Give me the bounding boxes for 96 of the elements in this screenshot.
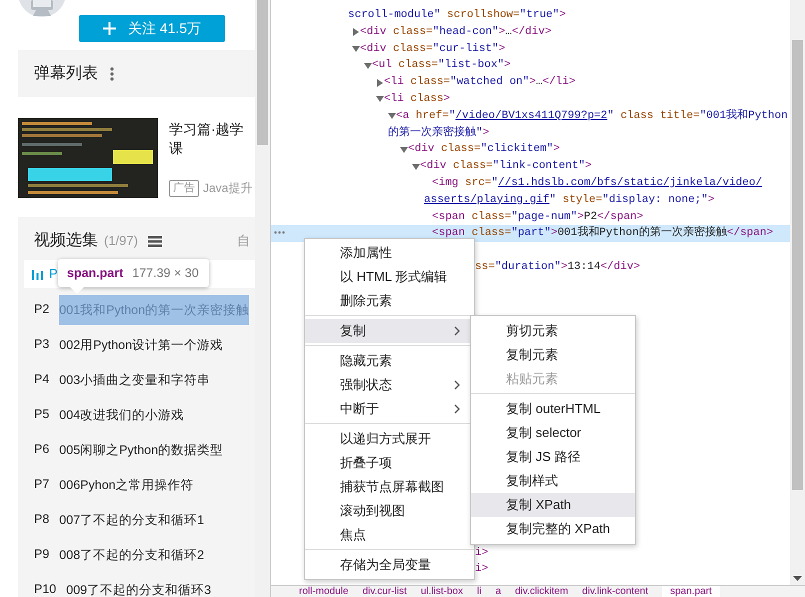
section-title: 弹幕列表 [34, 64, 98, 84]
menu-item[interactable]: 以递归方式展开 [305, 427, 474, 451]
breadcrumb[interactable]: li [476, 586, 482, 597]
episode-number: P7 [34, 476, 50, 494]
disclosure-triangle[interactable] [412, 162, 420, 171]
breadcrumb[interactable]: a [495, 586, 501, 597]
episode-number: P [49, 265, 58, 284]
menu-item[interactable]: 焦点 [305, 523, 474, 547]
episode-title[interactable]: 008了不起的分支和循环2 [59, 540, 204, 570]
breadcrumb[interactable]: div.clickitem [515, 586, 568, 597]
code-line: <span class="part">001我和Python的第一次亲密接触</span> [432, 225, 774, 242]
autoplay-label: 自 [237, 232, 250, 250]
episode-number: P4 [34, 371, 50, 388]
plus-icon [102, 22, 116, 35]
code-line: <span class="page-num">P2</span> [432, 210, 644, 225]
section-title: 视频选集 [34, 230, 98, 251]
menu-item[interactable]: 以 HTML 形式编辑 [305, 265, 474, 289]
episode-number: P5 [34, 406, 50, 424]
scrollbar-thumb[interactable] [792, 40, 803, 490]
code-link[interactable]: asserts/playing.gif [424, 194, 550, 206]
episode-count: (1/97) [104, 232, 138, 250]
menu-item[interactable]: 滚动到视图 [305, 499, 474, 523]
code-line: i> [475, 546, 488, 560]
episode-number: P9 [34, 546, 50, 564]
breadcrumb[interactable]: roll-module [299, 586, 348, 597]
code-link[interactable]: //s1.hdslb.com/bfs/static/jinkela/video/ [498, 176, 762, 189]
code-line: <li class> [384, 92, 450, 107]
menu-item[interactable]: 捕获节点屏幕截图 [305, 475, 474, 499]
code-line: scroll-module" scrollshow="true"> [348, 8, 566, 23]
episode-number: P8 [34, 511, 50, 528]
menu-item[interactable]: 折叠子项 [305, 451, 474, 475]
breadcrumb[interactable]: span.part [662, 586, 720, 597]
disclosure-triangle[interactable] [352, 28, 360, 36]
disclosure-triangle[interactable] [376, 78, 384, 87]
chevron-icon [454, 326, 460, 336]
episode-title[interactable]: 005闲聊之Python的数据类型 [59, 434, 224, 464]
menu-item[interactable]: 复制 JS 路径 [471, 445, 635, 469]
menu-item[interactable]: 复制元素 [471, 343, 635, 367]
disclosure-triangle[interactable] [376, 95, 384, 104]
ad-source: Java提升 [203, 180, 252, 197]
scrollbar[interactable] [255, 0, 270, 597]
menu-item[interactable]: 强制状态 [305, 373, 474, 397]
code-line: i> [475, 562, 488, 578]
scrollbar-thumb[interactable] [257, 0, 268, 145]
episode-number: P6 [34, 441, 50, 458]
menu-item[interactable]: 复制 XPath [471, 493, 635, 517]
more-icon[interactable] [274, 231, 285, 234]
menu-item[interactable]: 复制 outerHTML [471, 397, 635, 421]
code-line: 的第一次亲密接触"> [388, 124, 490, 141]
menu-item[interactable]: 中断于 [305, 397, 474, 421]
scrollbar[interactable] [790, 0, 805, 585]
code-line: <div class="clickitem"> [408, 142, 560, 158]
chevron-icon [454, 404, 460, 414]
menu-item[interactable]: 存储为全局变量 [305, 553, 474, 577]
code-line: ss="duration">13:14</div> [475, 260, 640, 275]
episode-number: P2 [34, 301, 50, 318]
menu-item[interactable]: 隐藏元素 [305, 349, 474, 373]
menu-item[interactable]: 删除元素 [305, 289, 474, 313]
scroll-down-icon[interactable] [793, 576, 802, 581]
episode-title[interactable]: 002用Python设计第一个游戏 [59, 330, 224, 360]
list-icon[interactable] [148, 236, 162, 246]
code-line: <div class="link-content"> [420, 159, 592, 174]
code-line: <ul class="list-box"> [372, 58, 511, 74]
more-icon[interactable] [110, 66, 114, 80]
chevron-icon [454, 380, 460, 390]
code-line: <div class="cur-list"> [360, 42, 506, 57]
episode-title[interactable]: 009了不起的分支和循环3 [66, 574, 212, 597]
disclosure-triangle[interactable] [352, 44, 360, 53]
code-link[interactable]: /video/BV1xs411Q799?p=2 [455, 110, 608, 122]
code-line: asserts/playing.gif" style="display: none;"> [424, 192, 714, 208]
disclosure-triangle[interactable] [400, 146, 408, 154]
selected-row[interactable]: <span class="part">001我和Python的第一次亲密接触</span> [271, 225, 790, 242]
episode-number: P3 [34, 336, 50, 354]
episode-title[interactable]: 004改进我们的小游戏 [59, 400, 184, 430]
menu-item[interactable]: 添加属性 [305, 241, 474, 265]
ad-title-line[interactable]: 学习篇·越学 [169, 120, 252, 139]
ad-title-line[interactable]: 课 [169, 139, 252, 158]
code-line: <li class="watched on">…</li> [384, 75, 576, 90]
episode-title[interactable]: 003小插曲之变量和字符串 [59, 364, 210, 394]
menu-item[interactable]: 复制 selector [471, 421, 635, 445]
disclosure-triangle[interactable] [388, 112, 396, 120]
breadcrumb[interactable]: div.cur-list [362, 586, 407, 597]
breadcrumb[interactable]: div.link-content [582, 586, 648, 597]
code-line: <a href="/video/BV1xs411Q799?p=2" class title="001我和Python [396, 108, 788, 124]
breadcrumb[interactable]: ul.list-box [420, 586, 463, 597]
episode-title[interactable]: 007了不起的分支和循环1 [59, 504, 204, 534]
episode-number: P10 [34, 581, 56, 597]
avatar-icon [18, 0, 66, 17]
menu-item[interactable]: 剪切元素 [471, 319, 635, 343]
code-line: <img src="//s1.hdslb.com/bfs/static/jinkela/video/ [432, 176, 762, 191]
episode-title[interactable]: 006Pyhon之常用操作符 [59, 470, 194, 500]
disclosure-triangle[interactable] [364, 62, 372, 70]
menu-item[interactable]: 复制样式 [471, 469, 635, 493]
code-line: <div class="head-con">…</div> [360, 24, 552, 40]
ad-tag: 广告 [169, 180, 199, 197]
menu-item[interactable]: 复制完整的 XPath [471, 517, 635, 541]
